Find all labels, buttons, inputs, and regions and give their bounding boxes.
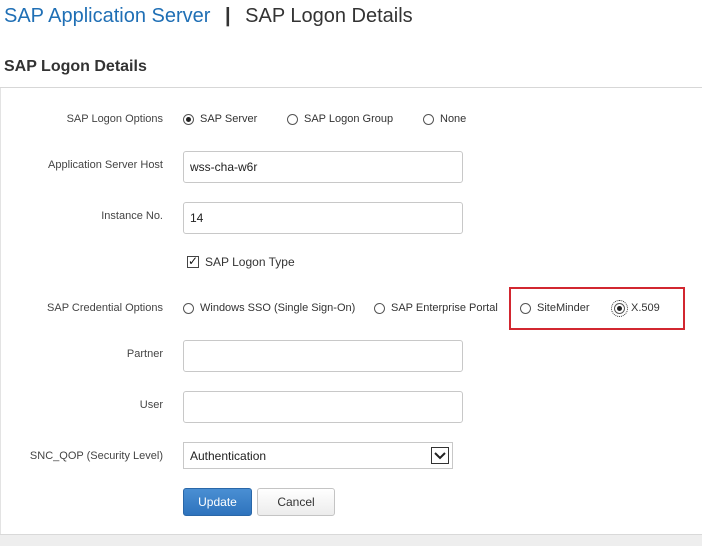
- select-value: Authentication: [190, 448, 267, 463]
- page-name: SAP Logon Details: [245, 5, 413, 27]
- radio-label: SAP Server: [200, 113, 258, 125]
- user-label: User: [139, 399, 163, 411]
- radio-label: SAP Enterprise Portal: [391, 302, 498, 314]
- radio-label: SAP Logon Group: [304, 113, 394, 125]
- logon-options-label: SAP Logon Options: [66, 113, 163, 125]
- partner-label: Partner: [126, 348, 163, 360]
- app-name: SAP Application Server: [4, 5, 211, 27]
- radio-sap-enterprise-portal[interactable]: SAP Enterprise Portal: [374, 302, 498, 314]
- update-button[interactable]: Update: [183, 488, 252, 516]
- radio-sap-server[interactable]: SAP Server: [183, 113, 257, 125]
- radio-indicator: [183, 302, 194, 314]
- logon-type-checkbox[interactable]: ✓ SAP Logon Type: [187, 254, 295, 269]
- cancel-button[interactable]: Cancel: [257, 488, 335, 516]
- radio-windows-sso[interactable]: Windows SSO (Single Sign-On): [183, 302, 355, 314]
- radio-label: None: [440, 113, 467, 125]
- chevron-down-icon[interactable]: [431, 447, 449, 464]
- radio-indicator: [287, 113, 298, 125]
- page-title: SAP Application Server | SAP Logon Detai…: [4, 5, 413, 28]
- radio-sap-logon-group[interactable]: SAP Logon Group: [287, 113, 393, 125]
- radio-indicator: [423, 113, 434, 125]
- checkbox-label: SAP Logon Type: [205, 255, 295, 269]
- footer-strip: [0, 534, 702, 546]
- partner-input[interactable]: [183, 340, 463, 372]
- snc-qop-label: SNC_QOP (Security Level): [29, 450, 163, 462]
- section-header: SAP Logon Details: [0, 44, 702, 88]
- user-input[interactable]: [183, 391, 463, 423]
- credential-options-label: SAP Credential Options: [47, 302, 163, 314]
- highlight-box: [509, 287, 685, 330]
- instance-no-label: Instance No.: [101, 210, 163, 222]
- section-title: SAP Logon Details: [4, 58, 147, 75]
- app-server-host-label: Application Server Host: [48, 159, 163, 171]
- check-icon: ✓: [188, 254, 199, 268]
- checkbox-box: ✓: [187, 254, 199, 268]
- app-server-host-input[interactable]: [183, 151, 463, 183]
- radio-indicator: [183, 113, 194, 125]
- radio-indicator: [374, 302, 385, 314]
- instance-no-input[interactable]: [183, 202, 463, 234]
- radio-label: Windows SSO (Single Sign-On): [200, 302, 356, 314]
- radio-none[interactable]: None: [423, 113, 466, 125]
- snc-qop-select[interactable]: Authentication: [183, 442, 453, 469]
- title-separator: |: [224, 5, 231, 27]
